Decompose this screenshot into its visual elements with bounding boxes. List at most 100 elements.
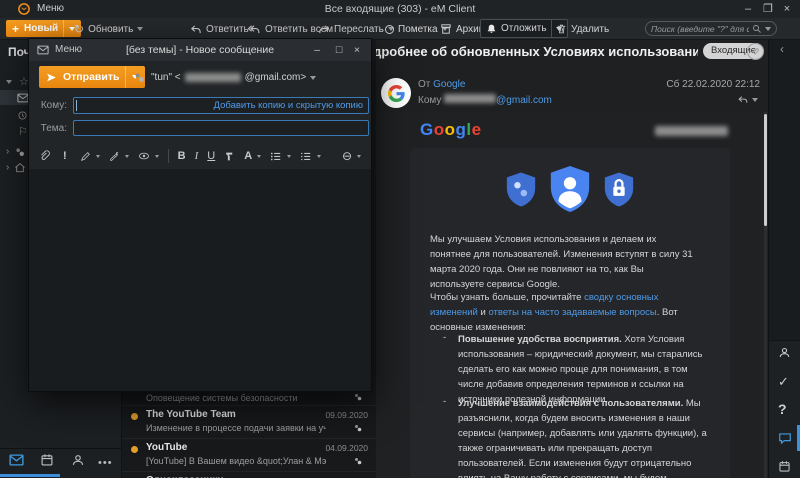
shield-dots-icon bbox=[504, 171, 538, 208]
bullet-list-icon[interactable] bbox=[270, 151, 282, 162]
reply-button[interactable]: Ответить bbox=[190, 18, 249, 40]
forward-button[interactable]: Переслать bbox=[318, 18, 394, 40]
email-card: Мы улучшаем Условия использования и дела… bbox=[410, 148, 730, 478]
attach-icon[interactable] bbox=[39, 150, 50, 162]
list-item[interactable]: The YouTube Team 09.09.2020 Изменение в … bbox=[122, 405, 376, 438]
chevron-down-icon[interactable] bbox=[310, 75, 317, 80]
chevron-down-icon[interactable] bbox=[137, 27, 144, 31]
from-account-selector[interactable]: "tun" < @gmail.com> bbox=[151, 72, 317, 83]
chevron-down-icon[interactable] bbox=[124, 154, 129, 158]
people-icon bbox=[353, 456, 363, 466]
minimize-button[interactable]: – bbox=[740, 1, 756, 17]
refresh-icon: ↻ bbox=[74, 22, 85, 36]
refresh-button[interactable]: ↻ Обновить bbox=[74, 18, 144, 40]
search-input[interactable] bbox=[651, 23, 749, 34]
chevron-down-icon[interactable] bbox=[95, 154, 100, 158]
italic-button[interactable]: I bbox=[195, 150, 199, 162]
priority-icon[interactable]: ! bbox=[63, 150, 67, 162]
send-icon bbox=[46, 72, 57, 83]
compose-minimize-button[interactable]: – bbox=[309, 42, 325, 58]
em-client-window: Меню Все входящие (303) - eM Client – ❐ … bbox=[0, 0, 800, 478]
compose-close-button[interactable]: × bbox=[349, 42, 365, 58]
shield-person-icon bbox=[547, 164, 593, 214]
close-button[interactable]: × bbox=[779, 1, 795, 17]
trash-icon bbox=[556, 23, 567, 35]
list-item[interactable]: Одноклассники 10.08.2020 bbox=[122, 471, 376, 478]
contacts-nav-icon[interactable] bbox=[71, 453, 85, 467]
font-color-button[interactable]: A bbox=[244, 150, 252, 162]
bullet-marker: - bbox=[443, 332, 447, 343]
subject-input[interactable] bbox=[73, 120, 369, 136]
contacts-icon[interactable] bbox=[778, 346, 791, 359]
chevron-down-icon[interactable] bbox=[287, 154, 292, 158]
search-box[interactable] bbox=[645, 21, 777, 36]
faq-link[interactable]: ответы на часто задаваемые вопросы bbox=[488, 307, 656, 318]
bold-button[interactable]: B bbox=[178, 150, 186, 162]
archive-icon bbox=[440, 23, 452, 35]
compose-window: Меню [без темы] - Новое сообщение – □ × … bbox=[28, 38, 372, 392]
quick-text-icon[interactable] bbox=[109, 151, 120, 162]
underline-button[interactable]: U bbox=[207, 150, 215, 162]
right-sidebar: ‹ ✓ ? bbox=[768, 40, 800, 478]
clock-icon bbox=[17, 110, 28, 121]
flag-circle-icon bbox=[385, 24, 394, 34]
flag-button[interactable]: Пометка bbox=[385, 18, 448, 40]
calendar-icon[interactable] bbox=[778, 460, 791, 473]
chevron-down-icon[interactable] bbox=[357, 154, 361, 158]
chevron-down-icon[interactable] bbox=[257, 154, 262, 158]
unread-dot bbox=[131, 446, 138, 453]
quick-reply-button[interactable] bbox=[737, 95, 758, 105]
redacted-address bbox=[184, 73, 241, 82]
help-icon[interactable]: ? bbox=[778, 401, 787, 417]
reply-icon bbox=[190, 24, 202, 35]
text-caret bbox=[76, 100, 77, 111]
new-label: Новый bbox=[24, 23, 59, 34]
read-receipt-eye-icon[interactable] bbox=[138, 151, 150, 161]
redacted-address bbox=[655, 126, 728, 136]
delete-button[interactable]: Удалить bbox=[556, 18, 609, 40]
more-nav-icon[interactable]: ••• bbox=[98, 457, 113, 469]
signature-pen-icon[interactable] bbox=[80, 151, 91, 162]
paragraph: Мы улучшаем Условия использования и дела… bbox=[430, 234, 693, 290]
format-painter-icon[interactable] bbox=[224, 151, 235, 162]
tasks-check-icon[interactable]: ✓ bbox=[778, 374, 789, 390]
compose-message-body[interactable] bbox=[29, 169, 371, 391]
chevron-down-icon[interactable] bbox=[317, 154, 322, 158]
new-message-button[interactable]: + Новый bbox=[6, 20, 82, 37]
nav-separator bbox=[0, 448, 122, 449]
chevron-right-icon[interactable]: › bbox=[6, 146, 9, 157]
numbered-list-icon[interactable] bbox=[300, 151, 312, 162]
tag-icon[interactable] bbox=[747, 43, 764, 60]
chevron-down-icon[interactable] bbox=[6, 79, 12, 84]
reading-pane: Подробнее об обновленных Условиях исполь… bbox=[376, 40, 768, 478]
add-cc-bcc-link[interactable]: Добавить копию и скрытую копию bbox=[214, 100, 363, 111]
people-icon bbox=[353, 392, 363, 402]
archive-button[interactable]: Архив bbox=[440, 18, 484, 40]
collapse-options-icon[interactable]: ⊖ bbox=[342, 149, 352, 163]
shields-illustration bbox=[410, 164, 730, 214]
toolbar-divider bbox=[167, 149, 169, 163]
list-item[interactable]: YouTube 04.09.2020 [YouTube] В Вашем вид… bbox=[122, 438, 376, 471]
chevron-right-icon[interactable]: › bbox=[6, 162, 9, 173]
send-button[interactable]: Отправить bbox=[39, 66, 146, 88]
google-logo: Google bbox=[420, 120, 482, 139]
search-icon[interactable] bbox=[752, 24, 762, 34]
snooze-button[interactable]: Отложить bbox=[480, 19, 568, 38]
chevron-down-icon[interactable] bbox=[765, 26, 771, 31]
sender-avatar bbox=[381, 78, 411, 108]
mail-nav-icon[interactable] bbox=[9, 454, 24, 466]
shield-lock-icon bbox=[602, 171, 636, 208]
scrollbar-thumb[interactable] bbox=[764, 114, 767, 226]
calendar-nav-icon[interactable] bbox=[40, 453, 54, 467]
chevron-down-icon[interactable] bbox=[752, 98, 758, 102]
sender-link[interactable]: Google bbox=[433, 79, 465, 90]
formatting-toolbar: ! B I U A ⊖ bbox=[29, 143, 371, 169]
compose-maximize-button[interactable]: □ bbox=[331, 42, 347, 58]
chat-icon[interactable] bbox=[778, 432, 792, 445]
main-toolbar: + Новый ↻ Обновить Ответить Ответить все… bbox=[0, 18, 800, 40]
account-avatar-icon bbox=[14, 146, 26, 158]
maximize-button[interactable]: ❐ bbox=[760, 1, 776, 17]
collapse-sidebar-button[interactable]: ‹ bbox=[780, 42, 784, 56]
chevron-down-icon[interactable] bbox=[154, 154, 159, 158]
bell-icon bbox=[486, 23, 497, 35]
